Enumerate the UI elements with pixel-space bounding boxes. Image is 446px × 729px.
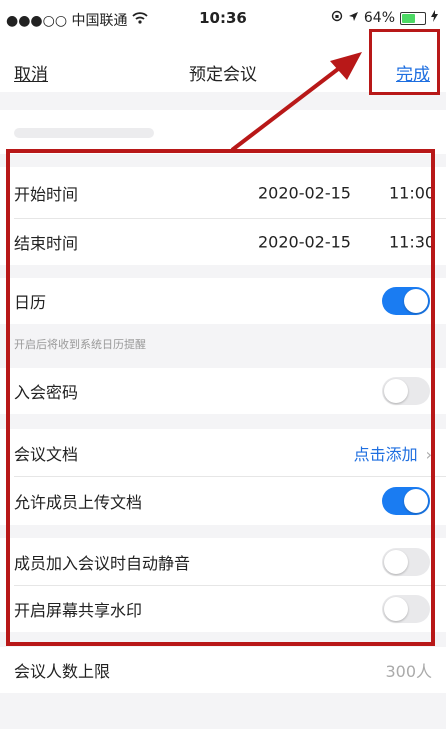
annotation-arrow	[230, 52, 362, 152]
